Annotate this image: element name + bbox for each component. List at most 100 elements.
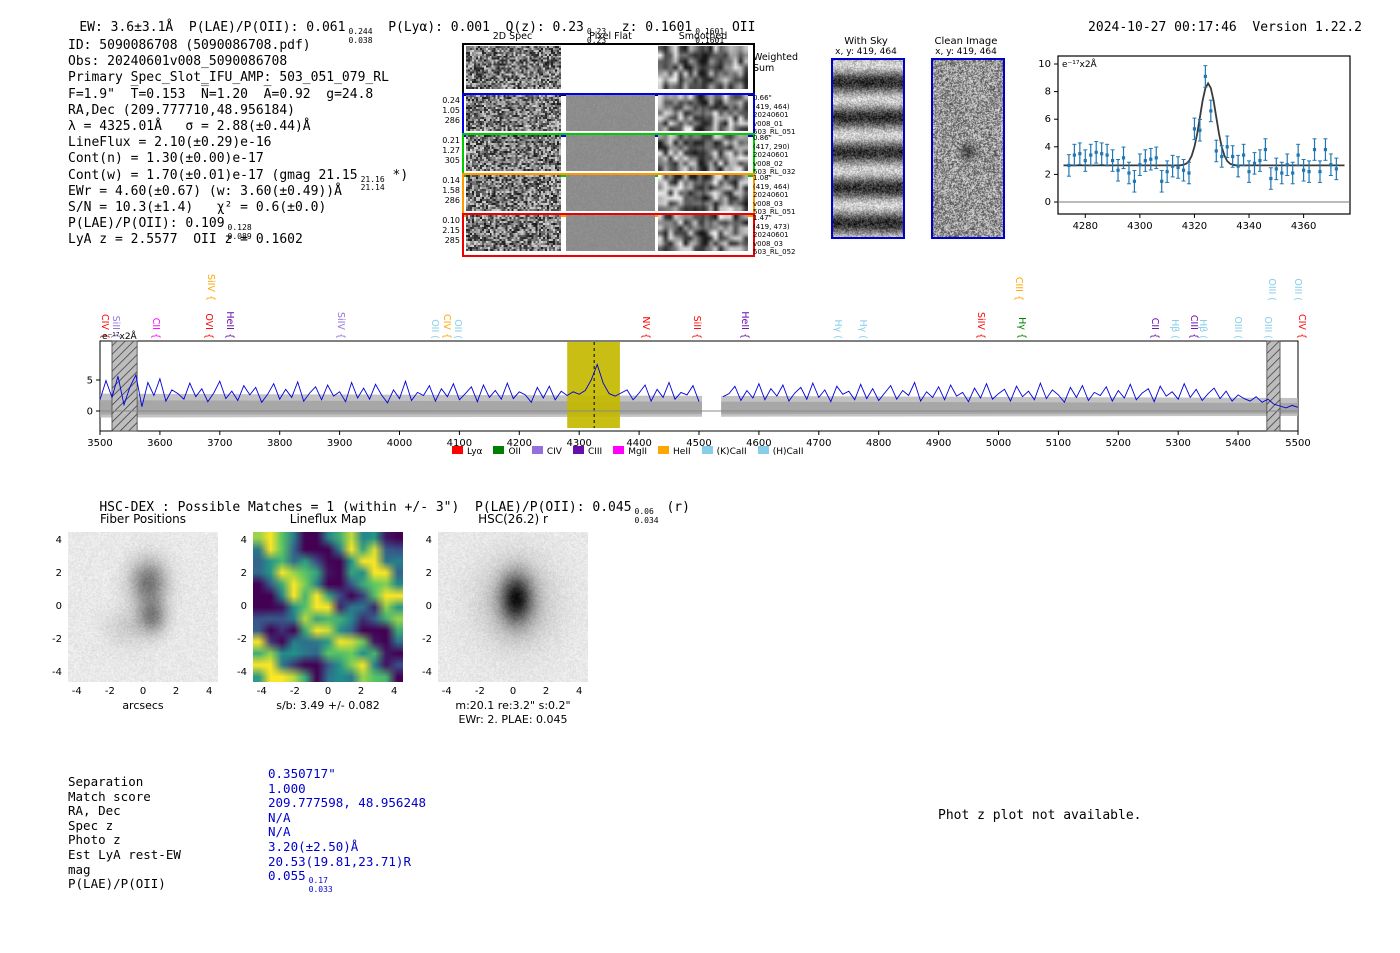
col-header-pixflat: Pixel Flat bbox=[589, 31, 632, 42]
svg-text:5300: 5300 bbox=[1165, 438, 1190, 449]
legend-swatch bbox=[658, 446, 670, 454]
2d-spec-image bbox=[466, 135, 561, 171]
match-row-label: Match score bbox=[68, 788, 151, 804]
clean-image-coords: x, y: 419, 464 bbox=[935, 47, 997, 57]
map-ytick: -4 bbox=[422, 667, 432, 679]
plae-poii-value: P(LAE)/P(OII): 0.061 bbox=[188, 20, 346, 35]
map-ytick: -4 bbox=[52, 667, 62, 679]
svg-text:4300: 4300 bbox=[1127, 221, 1152, 232]
legend-label: HeII bbox=[673, 447, 691, 457]
hsc-dex-frac: 0.06 0.034 bbox=[634, 507, 659, 525]
legend-label: CIII bbox=[587, 447, 603, 457]
map-xtick: -2 bbox=[289, 686, 300, 697]
info-line: LyA z = 2.5577 OII z = 0.1602 bbox=[68, 232, 303, 248]
line-fit-chart: 0 2 4 6 8 10 4280 4300 4320 4340 4360 e⁻¹⁷x2Å bbox=[1038, 55, 1351, 232]
legend-label: (K)CaII bbox=[716, 447, 747, 457]
map-xtick: -2 bbox=[474, 686, 485, 697]
report-version: Version 1.22.2 bbox=[1252, 20, 1362, 35]
2d-spec-image bbox=[466, 175, 561, 211]
info-line: Primary Spec_Slot_IFU_AMP: 503_051_079_R… bbox=[68, 70, 389, 86]
info-line: S/N = 10.3(±1.4) χ² = 0.6(±0.0) bbox=[68, 199, 327, 215]
match-row-label: mag bbox=[68, 861, 91, 877]
svg-text:5200: 5200 bbox=[1106, 438, 1131, 449]
svg-text:3700: 3700 bbox=[207, 438, 232, 449]
svg-text:3800: 3800 bbox=[267, 438, 292, 449]
match-row-value: 3.20(±2.50)Å bbox=[268, 839, 359, 854]
match-value-frac: 0.17 0.033 bbox=[308, 876, 333, 894]
match-row-value: 209.777598, 48.956248 bbox=[268, 795, 427, 811]
cutout-row-right-labels: 0.86" (417, 290) 20240601 v008_02 503_RL_032 bbox=[753, 134, 796, 177]
info-line: Cont(n) = 1.30(±0.00)e-17 bbox=[68, 151, 264, 167]
photz-note: Phot z plot not available. bbox=[938, 808, 1142, 823]
svg-text:5500: 5500 bbox=[1285, 438, 1310, 449]
info-line: LineFlux = 2.10(±0.29)e-16 bbox=[68, 135, 272, 151]
map-ytick: 2 bbox=[55, 567, 62, 579]
cutout-row-left-labels: 0.24 1.05 286 bbox=[442, 96, 460, 125]
legend-item: (K)CaII bbox=[701, 446, 747, 457]
smoothed-image bbox=[658, 95, 748, 131]
map-xtick: 0 bbox=[139, 686, 147, 697]
map-ytick: 4 bbox=[55, 534, 62, 546]
smoothed-image bbox=[658, 175, 748, 211]
map-ytick: -2 bbox=[422, 634, 432, 646]
col-header-smoothed: Smoothed bbox=[678, 31, 728, 42]
detection-info-block: ID: 5090086708 (5090086708.pdf) Obs: 2024… bbox=[68, 38, 408, 248]
spectrum-legend: Lyα OII CIV CIII MgII HeII (K)CaII (H)CaII bbox=[452, 446, 804, 457]
svg-text:4320: 4320 bbox=[1182, 221, 1207, 232]
clean-image bbox=[931, 58, 1005, 239]
svg-text:4800: 4800 bbox=[866, 438, 891, 449]
legend-item: HeII bbox=[658, 446, 691, 457]
cutout-row-right-labels: 1.47" (419, 473) 20240601 v008_03 503_RL_052 bbox=[753, 214, 796, 257]
report-timestamp: 2024-10-27 00:17:46 bbox=[1088, 20, 1237, 35]
full-spectrum-chart: 053500 3600 3700 3800 3900 4000 4100 4200 4300 44… bbox=[87, 330, 1311, 449]
legend-swatch bbox=[493, 446, 505, 454]
cutout-row-right-labels: 0.66" (419, 464) 20240601 v008_01 503_RL_051 bbox=[753, 94, 796, 137]
legend-item: CIII bbox=[572, 446, 603, 457]
info-line: Cont(w) = 1.70(±0.01)e-17 (gmag 21.15 21.… bbox=[68, 167, 409, 193]
map-xtick: 0 bbox=[509, 686, 517, 697]
svg-text:3600: 3600 bbox=[147, 438, 172, 449]
legend-swatch bbox=[613, 446, 625, 454]
map-xtick: -4 bbox=[256, 686, 267, 697]
info-line: RA,Dec (209.777710,48.956184) bbox=[68, 102, 295, 118]
map-ytick: -4 bbox=[237, 667, 247, 679]
legend-swatch bbox=[452, 446, 463, 454]
hsc-dex-tail: (r) bbox=[658, 500, 690, 515]
2d-spec-image bbox=[466, 215, 561, 251]
svg-text:5100: 5100 bbox=[1046, 438, 1071, 449]
cutout-row-left-labels: 0.21 1.27 305 bbox=[442, 136, 460, 165]
match-row-value: N/A bbox=[268, 824, 291, 840]
svg-text:4340: 4340 bbox=[1236, 221, 1261, 232]
map-ytick: 4 bbox=[240, 534, 247, 546]
fiber-xlabel: arcsecs bbox=[122, 699, 164, 712]
map-ytick: 0 bbox=[425, 601, 432, 612]
legend-label: Lyα bbox=[467, 447, 483, 457]
map-image bbox=[438, 532, 588, 682]
map-xtick: 2 bbox=[542, 686, 550, 697]
svg-text:0: 0 bbox=[87, 407, 93, 418]
cutout-row-left-labels: 0.10 2.15 285 bbox=[442, 216, 460, 245]
match-row-label: P(LAE)/P(OII) bbox=[68, 876, 166, 892]
legend-item: CIV bbox=[531, 446, 562, 457]
svg-text:8: 8 bbox=[1045, 87, 1051, 98]
match-row-label: Separation bbox=[68, 774, 144, 789]
info-line: ID: 5090086708 (5090086708.pdf) bbox=[68, 38, 311, 53]
2d-spec-image bbox=[466, 46, 561, 89]
match-row-value: 0.350717" bbox=[268, 766, 336, 781]
match-row-label: RA, Dec bbox=[68, 803, 121, 819]
with-sky-image bbox=[831, 58, 905, 239]
svg-text:e⁻¹⁷x2Å: e⁻¹⁷x2Å bbox=[102, 330, 138, 342]
svg-text:4360: 4360 bbox=[1291, 221, 1316, 232]
map-xtick: 4 bbox=[576, 686, 583, 697]
legend-label: MgII bbox=[628, 447, 648, 457]
info-line: EWr = 4.60(±0.67) (w: 3.60(±0.49))Å bbox=[68, 183, 342, 199]
cutout-row-left-labels: 0.14 1.58 286 bbox=[442, 176, 460, 205]
match-row-label: Photo z bbox=[68, 832, 121, 848]
legend-item: OII bbox=[493, 446, 521, 457]
pixel-flat-image bbox=[566, 215, 655, 251]
legend-item: Lyα bbox=[452, 446, 482, 457]
pixel-flat-image bbox=[566, 46, 655, 89]
map-ytick: 2 bbox=[240, 567, 247, 579]
map-ytick: 4 bbox=[425, 534, 432, 546]
legend-swatch bbox=[531, 446, 543, 454]
